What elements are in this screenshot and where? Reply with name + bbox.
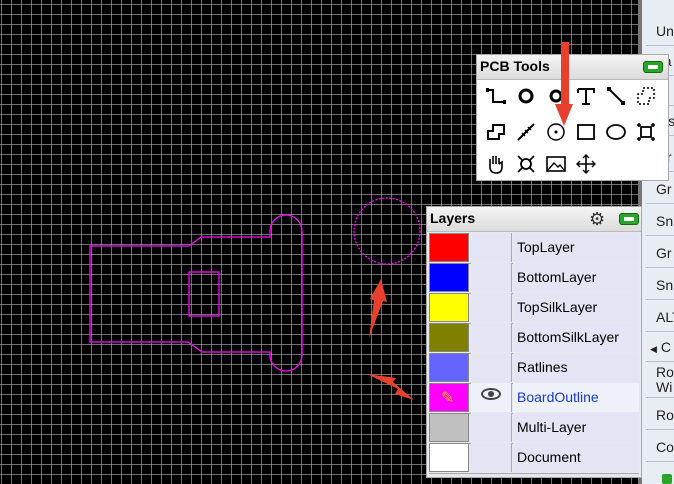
pcb-tools-panel: PCB Tools (476, 54, 669, 181)
copper-area-icon[interactable] (631, 81, 661, 111)
layer-row[interactable]: TopLayer (429, 233, 639, 264)
layer-row[interactable]: ✎ BoardOutline (429, 383, 639, 414)
gear-icon[interactable]: ⚙ (589, 209, 605, 229)
layer-visibility-toggle[interactable] (471, 383, 512, 412)
board-circle[interactable] (353, 197, 421, 265)
properties-section-label: C (660, 339, 671, 355)
properties-row[interactable]: Sn (646, 270, 674, 300)
arrow-to-board-outline (367, 374, 414, 400)
layer-visibility-toggle[interactable] (471, 233, 512, 262)
arrow-to-circle (369, 279, 387, 338)
properties-row[interactable]: Ro (646, 400, 674, 430)
track-icon[interactable] (481, 81, 511, 111)
layer-row[interactable]: BottomLayer (429, 263, 639, 294)
layers-header[interactable]: Layers ⚙ (427, 207, 641, 232)
properties-row[interactable]: Gr (646, 238, 674, 268)
properties-row[interactable]: Un (646, 16, 674, 46)
layer-row[interactable]: TopSilkLayer (429, 293, 639, 324)
layer-color-swatch[interactable] (429, 443, 469, 472)
pad-icon[interactable] (511, 81, 541, 111)
layer-color-swatch[interactable] (429, 413, 469, 442)
layer-visibility-toggle[interactable] (471, 413, 512, 442)
canvas-origin-icon[interactable] (631, 117, 661, 147)
layer-visibility-toggle[interactable] (471, 323, 512, 352)
layers-title: Layers (430, 210, 476, 226)
properties-row-label: Ro (656, 364, 674, 380)
properties-row-label: Wi (656, 379, 673, 395)
layer-color-swatch[interactable] (429, 263, 469, 292)
layer-row[interactable]: BottomSilkLayer (429, 323, 639, 354)
layer-color-swatch[interactable] (429, 323, 469, 352)
dimension-icon[interactable] (511, 117, 541, 147)
ellipse-icon[interactable] (601, 117, 631, 147)
solid-region-icon[interactable] (481, 117, 511, 147)
layer-visibility-toggle[interactable] (471, 353, 512, 382)
layer-name[interactable]: Multi-Layer (513, 413, 639, 442)
move-icon[interactable] (571, 149, 601, 179)
board-cutout-rect[interactable] (188, 271, 220, 317)
layer-visibility-toggle[interactable] (471, 443, 512, 472)
layer-name[interactable]: Ratlines (513, 353, 639, 382)
connect-pad-icon[interactable] (511, 149, 541, 179)
text-tool-icon[interactable] (571, 81, 601, 111)
layer-color-swatch[interactable] (429, 233, 469, 262)
properties-row[interactable]: Sn (646, 206, 674, 236)
minimize-icon[interactable] (643, 61, 663, 73)
layer-name[interactable]: BoardOutline (513, 383, 639, 412)
pcb-tools-title: PCB Tools (480, 58, 550, 74)
layer-visibility-toggle[interactable] (471, 293, 512, 322)
layer-name[interactable]: BottomSilkLayer (513, 323, 639, 352)
add-icon[interactable] (662, 474, 672, 484)
layer-name[interactable]: Document (513, 443, 639, 472)
properties-row[interactable]: Ro Wi (646, 362, 674, 398)
layer-color-swatch[interactable] (429, 353, 469, 382)
circle-icon[interactable] (541, 117, 571, 147)
layer-row[interactable]: Multi-Layer (429, 413, 639, 444)
layer-color-swatch[interactable] (429, 293, 469, 322)
layers-panel: Layers ⚙ TopLayer BottomLayer TopSilkLayer… (426, 206, 642, 478)
layer-row[interactable]: Ratlines (429, 353, 639, 384)
layer-color-swatch[interactable]: ✎ (429, 383, 469, 412)
properties-row[interactable]: ALT (646, 302, 674, 332)
board-outline-shape[interactable] (89, 214, 303, 372)
layer-name[interactable]: TopSilkLayer (513, 293, 639, 322)
properties-section-header[interactable]: ◀ C (646, 332, 674, 362)
rectangle-icon[interactable] (571, 117, 601, 147)
layer-name[interactable]: BottomLayer (513, 263, 639, 292)
eye-icon (481, 388, 501, 400)
via-icon[interactable] (541, 81, 571, 111)
pcb-tools-header[interactable]: PCB Tools (477, 55, 668, 80)
layer-name[interactable]: TopLayer (513, 233, 639, 262)
collapse-triangle-icon: ◀ (650, 344, 657, 354)
minimize-icon[interactable] (619, 213, 639, 225)
layer-visibility-toggle[interactable] (471, 263, 512, 292)
properties-row[interactable]: Co (646, 432, 674, 462)
line-icon[interactable] (601, 81, 631, 111)
pan-hand-icon[interactable] (481, 149, 511, 179)
layer-row[interactable]: Document (429, 443, 639, 474)
image-icon[interactable] (541, 149, 571, 179)
pencil-icon: ✎ (441, 390, 455, 407)
